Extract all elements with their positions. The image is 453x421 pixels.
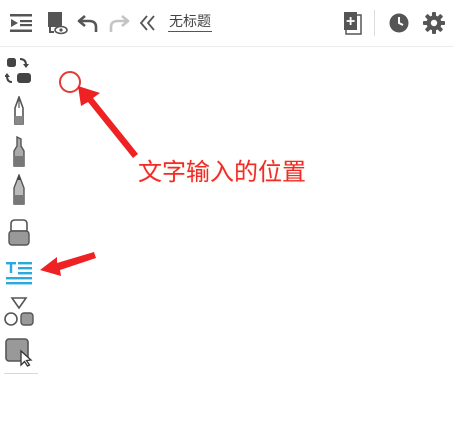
undo-icon[interactable] (76, 11, 100, 35)
settings-gear-icon[interactable] (421, 10, 447, 36)
pencil-tool-icon[interactable] (3, 174, 35, 206)
shape-switch-tool-icon[interactable] (3, 55, 35, 87)
top-toolbar: 无标题 (0, 0, 453, 47)
eraser-tool-icon[interactable] (3, 217, 35, 249)
annotation-label: 文字输入的位置 (138, 158, 306, 186)
fountain-pen-tool-icon[interactable] (3, 96, 35, 128)
menu-collapse-icon[interactable] (8, 11, 34, 35)
add-page-icon[interactable] (340, 9, 366, 37)
arrow-to-text-tool (40, 252, 96, 276)
sidebar-divider (4, 373, 38, 374)
toolbar-divider (374, 10, 375, 36)
annotation-arrows (40, 86, 138, 276)
text-tool-icon[interactable] (3, 256, 35, 288)
tool-sidebar (0, 50, 40, 380)
document-title[interactable]: 无标题 (168, 14, 212, 32)
arrow-to-text-position (78, 86, 138, 158)
shapes-tool-icon[interactable] (3, 296, 35, 328)
double-chevron-left-icon[interactable] (138, 13, 158, 33)
text-position-marker-circle (59, 71, 81, 93)
document-view-icon[interactable] (44, 9, 70, 37)
redo-icon[interactable] (107, 11, 131, 35)
marker-tool-icon[interactable] (3, 136, 35, 168)
history-clock-icon[interactable] (387, 11, 411, 35)
lasso-select-tool-icon[interactable] (3, 336, 35, 368)
